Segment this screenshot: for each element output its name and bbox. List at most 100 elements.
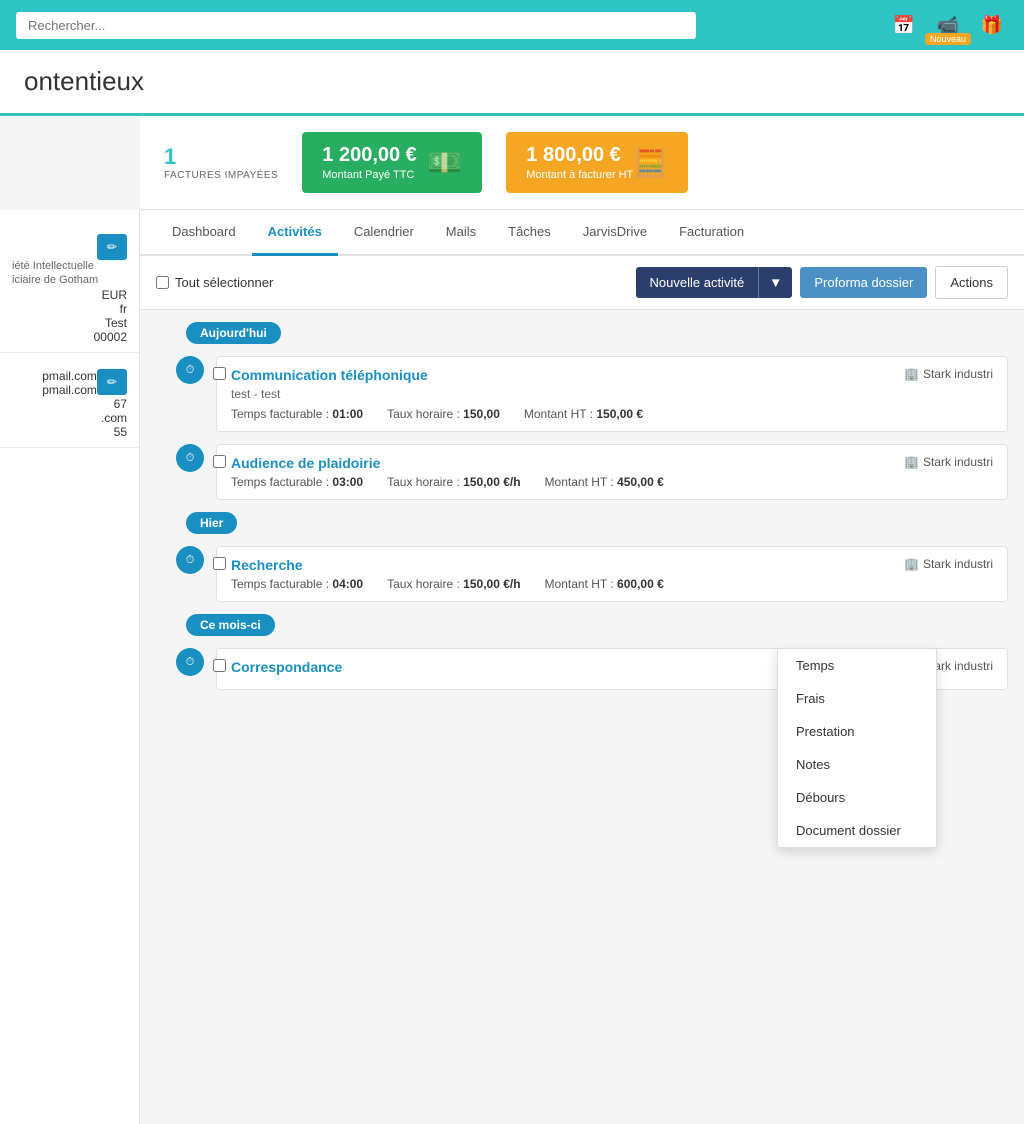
- gift-nav-button[interactable]: 🎁: [976, 11, 1008, 39]
- timeline-item-3-taux: Taux horaire : 150,00 €/h: [387, 577, 520, 591]
- tab-activites[interactable]: Activités: [252, 210, 338, 256]
- timeline-item-2-company: 🏢 Stark industri: [904, 455, 993, 469]
- calendar-nav-button[interactable]: 📅: [888, 11, 920, 39]
- company-icon-2: 🏢: [904, 455, 919, 469]
- sidebar-section-2: ✏ pmail.com pmail.com 67 .com 55: [0, 361, 139, 448]
- dropdown-item-prestation[interactable]: Prestation: [778, 715, 936, 748]
- page-header: ontentieux: [0, 50, 1024, 116]
- timeline-item-1-checkbox[interactable]: [213, 367, 226, 380]
- sidebar-value-00002: 00002: [12, 330, 127, 344]
- tab-taches[interactable]: Tâches: [492, 210, 567, 256]
- calendar-icon: 📅: [888, 11, 920, 39]
- dropdown-item-temps[interactable]: Temps: [778, 649, 936, 682]
- timeline-item-2-meta: Temps facturable : 03:00 Taux horaire : …: [231, 475, 993, 489]
- video-nav-button[interactable]: 📹 Nouveau: [932, 11, 964, 39]
- timeline-item-1-temps: Temps facturable : 01:00: [231, 407, 363, 421]
- to-invoice-icon: 🧮: [633, 146, 668, 179]
- timeline-card-3[interactable]: Recherche 🏢 Stark industri Temps factura…: [216, 546, 1008, 602]
- paid-amount: 1 200,00 €: [322, 144, 417, 167]
- timeline-item-1-subtitle: test - test: [231, 387, 993, 401]
- sidebar-field-judiciaire: iciaire de Gotham: [12, 274, 127, 286]
- paid-icon: 💵: [427, 146, 462, 179]
- timeline-item-2-taux: Taux horaire : 150,00 €/h: [387, 475, 520, 489]
- timeline-card-2[interactable]: Audience de plaidoirie 🏢 Stark industri …: [216, 444, 1008, 500]
- timeline-item-2-title[interactable]: Audience de plaidoirie: [231, 455, 380, 471]
- toolbar-left: Tout sélectionner: [156, 275, 273, 290]
- tab-dashboard[interactable]: Dashboard: [156, 210, 252, 256]
- timeline-item-1-company: 🏢 Stark industri: [904, 367, 993, 381]
- sidebar-value-67: 67: [12, 397, 127, 411]
- timeline-item-3-title[interactable]: Recherche: [231, 557, 303, 573]
- timeline-item-2-montant: Montant HT : 450,00 €: [545, 475, 664, 489]
- sidebar-value-test: Test: [12, 316, 127, 330]
- dropdown-item-notes[interactable]: Notes: [778, 748, 936, 781]
- timeline-item-2: ⏱ Audience de plaidoirie 🏢 Stark industr…: [156, 444, 1008, 500]
- search-container: [16, 12, 696, 39]
- section-label-aujourdhui: Aujourd'hui: [186, 322, 281, 344]
- timeline-dot-1: ⏱: [176, 356, 204, 384]
- company-icon-3: 🏢: [904, 557, 919, 571]
- proforma-button[interactable]: Proforma dossier: [800, 267, 927, 298]
- toolbar-right: Nouvelle activité ▼ Proforma dossier Act…: [636, 266, 1008, 299]
- paid-stat-card: 1 200,00 € Montant Payé TTC 💵: [302, 132, 482, 193]
- actions-button[interactable]: Actions: [935, 266, 1008, 299]
- section-label-hier: Hier: [186, 512, 237, 534]
- timeline-item-4-checkbox[interactable]: [213, 659, 226, 672]
- dropdown-item-document-dossier[interactable]: Document dossier: [778, 814, 936, 847]
- top-navbar: 📅 📹 Nouveau 🎁: [0, 0, 1024, 50]
- nouveau-badge: Nouveau: [925, 33, 971, 45]
- timeline-item-1-taux: Taux horaire : 150,00: [387, 407, 500, 421]
- select-all-label[interactable]: Tout sélectionner: [156, 275, 273, 290]
- nouvelle-activite-button[interactable]: Nouvelle activité: [636, 267, 759, 298]
- sidebar-field-societe: iété Intellectuelle: [12, 260, 127, 272]
- sidebar-section-1: ✏ iété Intellectuelle iciaire de Gotham …: [0, 226, 139, 353]
- sidebar-edit-button-1[interactable]: ✏: [97, 234, 127, 260]
- timeline-item-3: ⏱ Recherche 🏢 Stark industri: [156, 546, 1008, 602]
- timeline-dot-4: ⏱: [176, 648, 204, 676]
- invoices-count: 1: [164, 144, 278, 170]
- timeline-item-3-montant: Montant HT : 600,00 €: [545, 577, 664, 591]
- sidebar-value-com: .com: [12, 411, 127, 425]
- timeline-item-4-title[interactable]: Correspondance: [231, 659, 342, 675]
- select-all-checkbox[interactable]: [156, 276, 169, 289]
- timeline-item-1-title[interactable]: Communication téléphonique: [231, 367, 428, 383]
- timeline-card-1[interactable]: Communication téléphonique 🏢 Stark indus…: [216, 356, 1008, 432]
- page-title: ontentieux: [24, 66, 1000, 97]
- sidebar-value-55: 55: [12, 425, 127, 439]
- to-invoice-stat-card: 1 800,00 € Montant à facturer HT 🧮: [506, 132, 688, 193]
- tab-jarvisdrive[interactable]: JarvisDrive: [567, 210, 663, 256]
- dropdown-item-frais[interactable]: Frais: [778, 682, 936, 715]
- timeline-item-3-temps: Temps facturable : 04:00: [231, 577, 363, 591]
- stats-bar: 1 FACTURES IMPAYÉES 1 200,00 € Montant P…: [140, 116, 1024, 210]
- tabs-container: Dashboard Activités Calendrier Mails Tâc…: [140, 210, 1024, 256]
- nav-icons: 📅 📹 Nouveau 🎁: [888, 11, 1008, 39]
- timeline-item-3-company: 🏢 Stark industri: [904, 557, 993, 571]
- timeline-item-1-meta: Temps facturable : 01:00 Taux horaire : …: [231, 407, 993, 421]
- gift-icon: 🎁: [976, 11, 1008, 39]
- timeline-item-1: ⏱ Communication téléphonique 🏢 Stark ind…: [156, 356, 1008, 432]
- content-area: Dashboard Activités Calendrier Mails Tâc…: [140, 210, 1024, 1124]
- nouvelle-activite-split-button: Nouvelle activité ▼: [636, 267, 793, 298]
- timeline-item-1-montant: Montant HT : 150,00 €: [524, 407, 643, 421]
- sidebar: ✏ iété Intellectuelle iciaire de Gotham …: [0, 210, 140, 1124]
- to-invoice-label: Montant à facturer HT: [526, 169, 633, 181]
- tab-facturation[interactable]: Facturation: [663, 210, 760, 256]
- timeline-item-2-checkbox[interactable]: [213, 455, 226, 468]
- company-icon-1: 🏢: [904, 367, 919, 381]
- to-invoice-amount: 1 800,00 €: [526, 144, 633, 167]
- timeline-dot-3: ⏱: [176, 546, 204, 574]
- nouvelle-activite-caret[interactable]: ▼: [758, 267, 792, 298]
- timeline-item-3-meta: Temps facturable : 04:00 Taux horaire : …: [231, 577, 993, 591]
- dropdown-item-debours[interactable]: Débours: [778, 781, 936, 814]
- timeline-item-3-checkbox[interactable]: [213, 557, 226, 570]
- sidebar-value-fr: fr: [12, 302, 127, 316]
- search-input[interactable]: [16, 12, 696, 39]
- tab-calendrier[interactable]: Calendrier: [338, 210, 430, 256]
- nouvelle-activite-dropdown: Temps Frais Prestation Notes Débours Doc…: [777, 648, 937, 848]
- invoices-label: FACTURES IMPAYÉES: [164, 170, 278, 181]
- sidebar-edit-button-2[interactable]: ✏: [97, 369, 127, 395]
- timeline-dot-2: ⏱: [176, 444, 204, 472]
- toolbar: Tout sélectionner Nouvelle activité ▼ Pr…: [140, 256, 1024, 310]
- invoices-stat: 1 FACTURES IMPAYÉES: [164, 144, 278, 181]
- tab-mails[interactable]: Mails: [430, 210, 492, 256]
